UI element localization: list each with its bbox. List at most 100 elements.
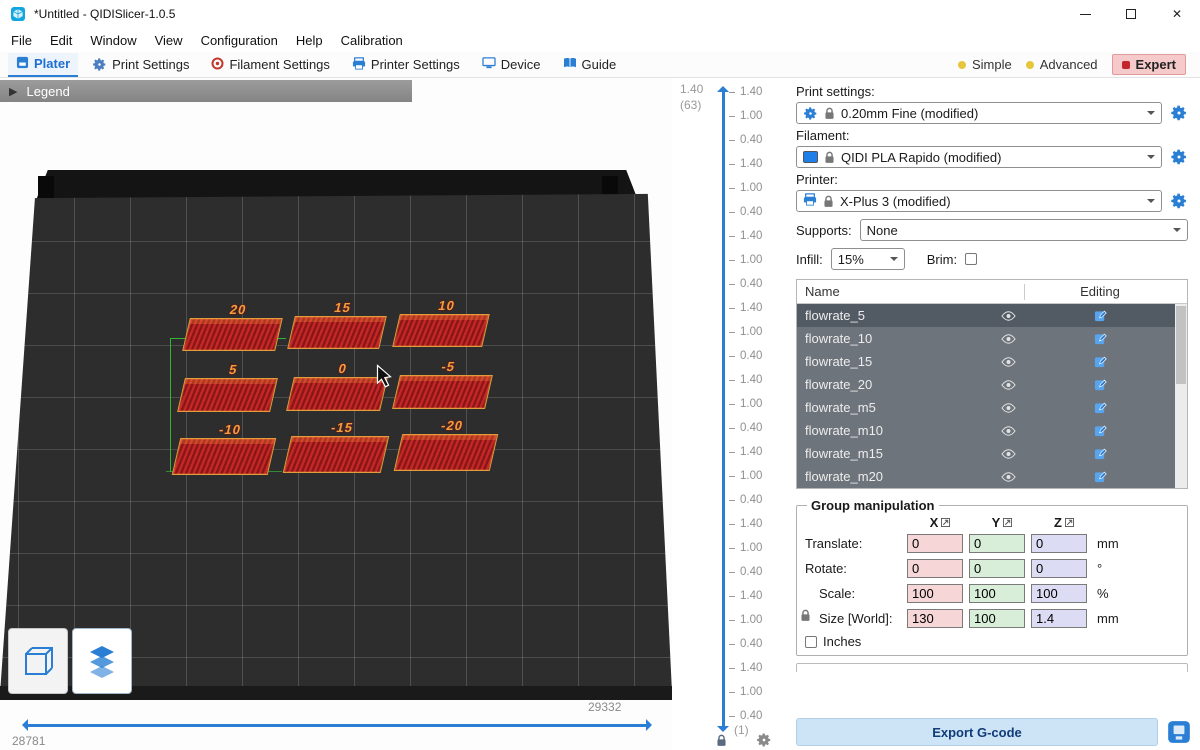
edit-object-icon[interactable] [1025,447,1175,460]
menu-calibration[interactable]: Calibration [332,30,412,51]
model-flowrate-m15[interactable]: -15 [283,436,390,473]
visibility-eye-icon[interactable] [991,357,1025,367]
print-settings-gear-button[interactable] [1170,104,1188,122]
3d-editor-view-button[interactable] [8,628,68,694]
menu-window[interactable]: Window [81,30,145,51]
edit-object-icon[interactable] [1025,378,1175,391]
close-button[interactable]: ✕ [1154,0,1200,28]
tab-device[interactable]: Device [474,54,549,75]
axis-toggle-icon[interactable] [941,518,950,527]
minimize-button[interactable] [1062,0,1108,28]
layer-slider-up-arrow-icon[interactable] [717,80,729,92]
rotate-y-input[interactable] [969,559,1025,578]
export-to-sd-icon[interactable] [1166,719,1192,745]
axis-toggle-icon[interactable] [1003,518,1012,527]
visibility-eye-icon[interactable] [991,380,1025,390]
tab-print-settings[interactable]: Print Settings [84,54,197,75]
model-flowrate-10[interactable]: 10 [392,314,490,347]
mode-expert[interactable]: Expert [1112,54,1186,75]
layer-tick: 1.00 [729,110,783,122]
infill-combo[interactable]: 15% [831,248,905,270]
tab-printer-settings[interactable]: Printer Settings [344,54,468,76]
layer-slider-gear-icon[interactable] [756,732,772,748]
layers-preview-button[interactable] [72,628,132,694]
menu-help[interactable]: Help [287,30,332,51]
visibility-eye-icon[interactable] [991,472,1025,482]
edit-object-icon[interactable] [1025,401,1175,414]
tab-guide[interactable]: Guide [555,54,625,75]
scale-y-input[interactable] [969,584,1025,603]
model-flowrate-m20[interactable]: -20 [394,434,499,471]
tab-plater[interactable]: Plater [8,53,78,77]
object-row[interactable]: flowrate_m5 [797,396,1175,419]
visibility-eye-icon[interactable] [991,334,1025,344]
chevron-down-icon [1147,155,1155,163]
translate-x-input[interactable] [907,534,963,553]
layer-tick: 1.40 [729,158,783,170]
rotate-z-input[interactable] [1031,559,1087,578]
layer-tick: 0.40 [729,494,783,506]
edit-object-icon[interactable] [1025,424,1175,437]
print-settings-preset-combo[interactable]: 0.20mm Fine (modified) [796,102,1162,124]
export-gcode-button[interactable]: Export G-code [796,718,1158,746]
menu-file[interactable]: File [2,30,41,51]
scale-x-input[interactable] [907,584,963,603]
tab-filament-settings[interactable]: Filament Settings [203,54,337,76]
supports-combo[interactable]: None [860,219,1188,241]
moves-slider[interactable] [28,724,646,727]
object-row[interactable]: flowrate_m10 [797,419,1175,442]
size-z-input[interactable] [1031,609,1087,628]
menu-configuration[interactable]: Configuration [192,30,287,51]
filament-preset-combo[interactable]: QIDI PLA Rapido (modified) [796,146,1162,168]
scrollbar-thumb[interactable] [1176,306,1186,384]
object-row[interactable]: flowrate_m20 [797,465,1175,488]
object-row[interactable]: flowrate_5 [797,304,1175,327]
visibility-eye-icon[interactable] [991,403,1025,413]
model-flowrate-5[interactable]: 5 [177,378,278,412]
chevron-down-icon [1147,111,1155,119]
mode-advanced[interactable]: Advanced [1026,57,1098,72]
object-row[interactable]: flowrate_10 [797,327,1175,350]
app-logo-icon [10,6,26,22]
size-y-input[interactable] [969,609,1025,628]
menu-edit[interactable]: Edit [41,30,81,51]
object-row[interactable]: flowrate_15 [797,350,1175,373]
visibility-eye-icon[interactable] [991,426,1025,436]
moves-slider-max-value: 29332 [588,700,621,714]
filament-gear-button[interactable] [1170,148,1188,166]
visibility-eye-icon[interactable] [991,311,1025,321]
translate-y-input[interactable] [969,534,1025,553]
edit-object-icon[interactable] [1025,470,1175,483]
brim-checkbox[interactable] [965,253,977,265]
model-flowrate-15[interactable]: 15 [287,316,387,349]
model-flowrate-m5[interactable]: -5 [392,375,493,409]
hslider-right-arrow-icon[interactable] [646,719,658,731]
layer-lock-icon[interactable] [716,734,727,747]
model-flowrate-20[interactable]: 20 [182,318,283,351]
axis-toggle-icon[interactable] [1065,518,1074,527]
edit-object-icon[interactable] [1025,332,1175,345]
legend-collapsed-bar[interactable]: ▶ Legend [0,80,412,102]
rotate-x-input[interactable] [907,559,963,578]
edit-object-icon[interactable] [1025,355,1175,368]
menu-view[interactable]: View [146,30,192,51]
model-flowrate-0[interactable]: 0 [286,377,388,411]
visibility-eye-icon[interactable] [991,449,1025,459]
object-list-scrollbar[interactable] [1175,304,1187,488]
layer-slider-track[interactable] [722,92,725,726]
mode-simple[interactable]: Simple [958,57,1012,72]
object-row[interactable]: flowrate_20 [797,373,1175,396]
translate-z-input[interactable] [1031,534,1087,553]
edit-object-icon[interactable] [1025,309,1175,322]
model-flowrate-m10[interactable]: -10 [172,438,277,475]
uniform-scale-lock-icon[interactable] [800,609,811,622]
hslider-left-arrow-icon[interactable] [16,719,28,731]
object-row[interactable]: flowrate_m15 [797,442,1175,465]
size-x-input[interactable] [907,609,963,628]
scale-z-input[interactable] [1031,584,1087,603]
maximize-button[interactable] [1108,0,1154,28]
printer-preset-combo[interactable]: X-Plus 3 (modified) [796,190,1162,212]
3d-viewport[interactable]: ▶ Legend 20 15 10 5 0 -5 -10 -15 -20 287… [0,78,672,750]
printer-gear-button[interactable] [1170,192,1188,210]
inches-checkbox[interactable] [805,636,817,648]
